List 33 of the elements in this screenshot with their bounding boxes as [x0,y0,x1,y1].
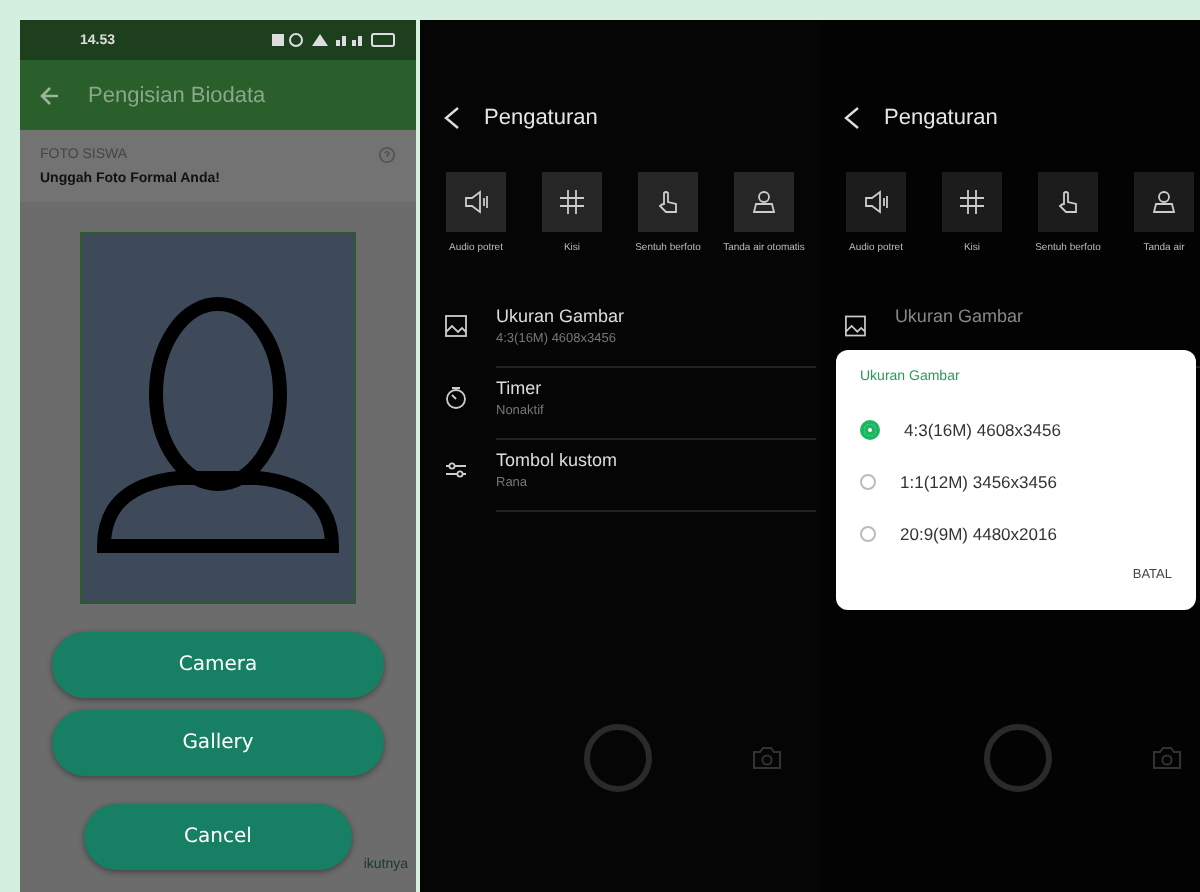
timer-icon [444,386,468,410]
status-icons-drawing [272,32,396,48]
image-icon [444,314,468,338]
speaker-icon[interactable] [846,172,906,232]
back-icon[interactable] [844,106,860,130]
hand-icon[interactable] [638,172,698,232]
setting-title[interactable]: Ukuran Gambar [894,306,1200,326]
radio-button[interactable] [860,526,876,542]
person-icon[interactable] [1134,172,1194,232]
radio-button[interactable] [860,474,876,490]
image-icon [844,314,867,338]
setting-title[interactable]: Timer [496,378,816,398]
speaker-icon[interactable] [446,172,506,232]
back-icon[interactable] [444,106,460,130]
setting-title[interactable]: Ukuran Gambar [496,306,816,326]
settings-title: Pengaturan [484,106,598,130]
person-icon[interactable] [734,172,794,232]
sheet-button[interactable]: Camera [52,632,384,698]
photo-frame[interactable] [80,232,356,604]
app-bar-title: Pengisian Biodata [88,83,266,107]
settings-title: Pengaturan [884,106,998,130]
setting-title[interactable]: Tombol kustom [496,450,816,470]
avatar-icon [94,294,342,554]
grid-icon[interactable] [542,172,602,232]
radio-button[interactable] [860,420,880,440]
sheet-button[interactable]: Cancel [84,804,352,870]
size-option[interactable]: 4:3(16M) 4608x3456 [860,404,1061,456]
hand-icon[interactable] [1038,172,1098,232]
sliders-icon [444,458,468,482]
size-option[interactable]: 1:1(12M) 3456x3456 [860,456,1057,508]
grid-icon[interactable] [942,172,1002,232]
size-option[interactable]: 20:9(9M) 4480x2016 [860,508,1057,560]
sheet-button[interactable]: Gallery [52,710,384,776]
